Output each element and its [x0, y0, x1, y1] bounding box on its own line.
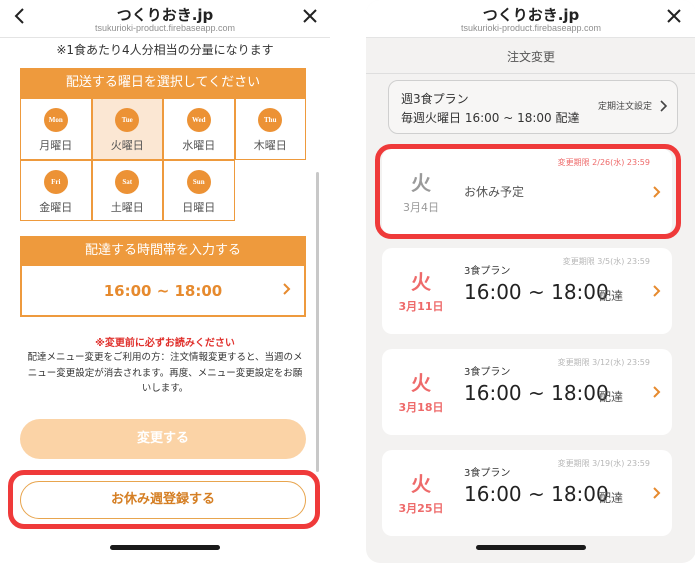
left-phone-screen: つくりおき.jp tsukurioki-product.firebaseapp.…: [0, 0, 330, 563]
plan-schedule: 毎週火曜日 16:00 ~ 18:00 配達: [401, 111, 580, 125]
warning-body: 配達メニュー変更をご利用の方：注文情報変更すると、当週のメ ニュー変更設定が消去…: [22, 350, 308, 397]
day-label: 日曜日: [182, 200, 216, 214]
day-option-wed[interactable]: Wed 水曜日: [163, 98, 235, 160]
home-indicator: [476, 545, 586, 550]
page-title: 注文変更: [366, 41, 695, 74]
day-badge: Wed: [186, 108, 211, 132]
card-time: 16:00 ~ 18:00: [464, 381, 609, 405]
day-label: 木曜日: [253, 139, 287, 152]
order-card[interactable]: 火 3月11日 変更期限 3/5(水) 23:59 3食プラン 16:00 ~ …: [382, 248, 672, 334]
browser-title: つくりおき.jp: [482, 6, 580, 24]
browser-header: つくりおき.jp tsukurioki-product.firebaseapp.…: [366, 0, 695, 38]
plan-summary[interactable]: 週3食プラン 毎週火曜日 16:00 ~ 18:00 配達 定期注文設定: [388, 80, 678, 134]
day-badge: Sun: [186, 169, 211, 194]
browser-url: tsukurioki-product.firebaseapp.com: [94, 23, 236, 33]
warning-line: 配達メニュー変更をご利用の方：注文情報変更すると、当週のメ: [27, 352, 303, 363]
change-deadline: 変更期限 3/5(水) 23:59: [562, 257, 650, 266]
day-label: 火曜日: [110, 139, 144, 152]
portion-note: ※1食あたり4人分相当の分量になります: [56, 43, 274, 57]
chevron-right-icon: [660, 100, 668, 112]
chevron-right-icon: [653, 285, 661, 297]
warning-line: いします。: [141, 383, 189, 394]
chevron-right-icon: [283, 283, 291, 295]
warning-title: ※変更前に必ずお読みください: [95, 338, 235, 349]
card-weekday: 火: [411, 472, 431, 496]
browser-url: tsukurioki-product.firebaseapp.com: [460, 23, 602, 33]
card-plan: 3食プラン: [464, 367, 511, 378]
order-card[interactable]: 火 3月18日 変更期限 3/12(水) 23:59 3食プラン 16:00 ~…: [382, 349, 672, 435]
time-section-title: 配達する時間帯を入力する: [20, 236, 306, 266]
day-option-thu[interactable]: Thu 木曜日: [234, 98, 306, 160]
card-weekday: 火: [411, 270, 431, 294]
change-button[interactable]: 変更する: [20, 419, 306, 459]
card-delivery-label: 配達: [599, 491, 624, 505]
day-option-sat[interactable]: Sat 土曜日: [91, 159, 163, 221]
card-delivery-label: 配達: [599, 390, 624, 404]
day-label: 月曜日: [39, 139, 73, 152]
browser-title: つくりおき.jp: [116, 6, 214, 24]
card-date: 3月18日: [398, 401, 444, 414]
close-icon[interactable]: [664, 6, 684, 26]
warning-line: ニュー変更設定が消去されます。再度、メニュー変更設定をお願: [27, 367, 303, 379]
card-delivery-label: 配達: [599, 289, 624, 303]
day-option-fri[interactable]: Fri 金曜日: [20, 159, 92, 221]
card-date: 3月25日: [398, 502, 444, 515]
card-plan: 3食プラン: [464, 266, 511, 277]
day-label: 土曜日: [110, 200, 144, 214]
day-badge: Thu: [258, 108, 283, 132]
card-time: 16:00 ~ 18:00: [464, 482, 609, 506]
card-weekday: 火: [411, 371, 431, 395]
time-selector[interactable]: 16:00 ~ 18:00: [20, 266, 306, 317]
day-label: 金曜日: [39, 200, 73, 214]
day-option-sun[interactable]: Sun 日曜日: [163, 159, 235, 221]
highlight-frame: [375, 144, 681, 239]
plan-name: 週3食プラン: [401, 92, 469, 106]
order-card[interactable]: 火 3月25日 変更期限 3/19(水) 23:59 3食プラン 16:00 ~…: [382, 450, 672, 536]
day-section-title: 配送する曜日を選択してください: [20, 68, 306, 98]
chevron-right-icon: [653, 386, 661, 398]
browser-header: つくりおき.jp tsukurioki-product.firebaseapp.…: [0, 0, 330, 38]
card-plan: 3食プラン: [464, 468, 511, 479]
day-option-tue[interactable]: Tue 火曜日: [91, 98, 163, 160]
card-date: 3月11日: [398, 300, 444, 313]
day-label: 水曜日: [182, 139, 216, 152]
home-indicator: [110, 545, 220, 550]
day-badge: Sat: [115, 169, 140, 194]
highlight-frame: [8, 470, 320, 529]
scrollbar-thumb[interactable]: [316, 172, 319, 472]
time-value: 16:00 ~ 18:00: [103, 282, 223, 300]
change-deadline: 変更期限 3/12(水) 23:59: [557, 358, 650, 367]
chevron-right-icon: [653, 487, 661, 499]
day-badge: Mon: [43, 108, 68, 132]
regular-order-setting-link[interactable]: 定期注文設定: [598, 99, 652, 112]
close-icon[interactable]: [300, 6, 320, 26]
day-badge: Tue: [115, 108, 140, 132]
change-deadline: 変更期限 3/19(水) 23:59: [557, 459, 650, 468]
right-phone-screen: つくりおき.jp tsukurioki-product.firebaseapp.…: [366, 0, 695, 563]
day-badge: Fri: [43, 169, 68, 194]
card-time: 16:00 ~ 18:00: [464, 280, 609, 304]
day-grid: Mon 月曜日 Tue 火曜日 Wed 水曜日 Thu 木曜日 Fri 金曜日 …: [20, 98, 306, 221]
day-option-mon[interactable]: Mon 月曜日: [20, 98, 92, 160]
